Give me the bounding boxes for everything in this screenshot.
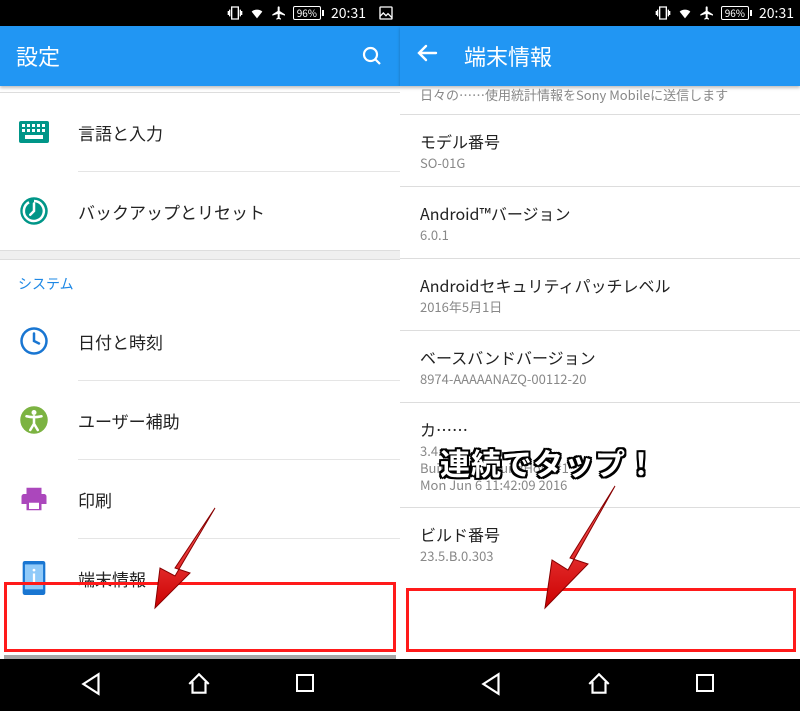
about-phone-screen: 96% 20:31 端末情報 日々の……使用統計情報をSony Mobileに送… xyxy=(400,0,800,711)
row-about-phone[interactable]: 端末情報 xyxy=(0,539,400,617)
nav-back-icon[interactable] xyxy=(79,671,107,699)
nav-recent-icon[interactable] xyxy=(693,671,721,699)
wifi-icon xyxy=(677,5,693,21)
row-label: 言語と入力 xyxy=(78,120,163,145)
picture-icon xyxy=(378,5,394,21)
row-android-version[interactable]: Android™バージョン 6.0.1 xyxy=(400,187,800,258)
clock-icon xyxy=(18,325,50,357)
vibrate-icon xyxy=(227,5,243,21)
row-date-time[interactable]: 日付と時刻 xyxy=(0,302,400,380)
scroll-indicator xyxy=(4,655,396,659)
back-arrow-icon[interactable] xyxy=(416,40,440,72)
status-bar: 96% 20:31 xyxy=(400,0,800,26)
battery-indicator: 96% xyxy=(721,6,749,20)
status-bar: 96% 20:31 xyxy=(0,0,400,26)
row-label: ユーザー補助 xyxy=(78,408,180,433)
page-title: 設定 xyxy=(16,40,336,72)
settings-list: 言語と入力 バックアップとリセット システム 日付と時刻 xyxy=(0,86,400,659)
print-icon xyxy=(18,483,50,515)
battery-indicator: 96% xyxy=(293,6,321,20)
row-label: 印刷 xyxy=(78,487,112,512)
clock: 20:31 xyxy=(331,3,366,23)
row-backup-reset[interactable]: バックアップとリセット xyxy=(0,172,400,250)
row-accessibility[interactable]: ユーザー補助 xyxy=(0,381,400,459)
row-model-number[interactable]: モデル番号 SO-01G xyxy=(400,115,800,186)
backup-icon xyxy=(18,195,50,227)
row-language-input[interactable]: 言語と入力 xyxy=(0,93,400,171)
row-label: 日付と時刻 xyxy=(78,329,163,354)
airplane-icon xyxy=(699,5,715,21)
row-kernel-version[interactable]: カ…… 3.4.…… BuildUser@BuildHost #1 Mon Ju… xyxy=(400,403,800,508)
clock: 20:31 xyxy=(759,3,794,23)
nav-home-icon[interactable] xyxy=(186,671,214,699)
row-label: バックアップとリセット xyxy=(78,199,265,224)
section-header-system: システム xyxy=(0,260,400,302)
airplane-icon xyxy=(271,5,287,21)
nav-recent-icon[interactable] xyxy=(293,671,321,699)
vibrate-icon xyxy=(655,5,671,21)
settings-screen: 96% 20:31 設定 言語と入力 バックアップ xyxy=(0,0,400,711)
search-icon[interactable] xyxy=(360,44,384,68)
nav-back-icon[interactable] xyxy=(479,671,507,699)
phone-info-icon xyxy=(18,562,50,594)
row-label: 端末情報 xyxy=(78,566,146,591)
row-usage-stats-partial[interactable]: 日々の……使用統計情報をSony Mobileに送信します xyxy=(400,86,800,114)
page-title: 端末情報 xyxy=(464,40,784,72)
row-baseband-version[interactable]: ベースバンドバージョン 8974-AAAAANAZQ-00112-20 xyxy=(400,331,800,402)
navigation-bar xyxy=(400,659,800,711)
keyboard-icon xyxy=(18,116,50,148)
navigation-bar xyxy=(0,659,400,711)
row-security-patch[interactable]: Androidセキュリティパッチレベル 2016年5月1日 xyxy=(400,259,800,330)
about-list: 日々の……使用統計情報をSony Mobileに送信します モデル番号 SO-0… xyxy=(400,86,800,659)
wifi-icon xyxy=(249,5,265,21)
app-bar: 端末情報 xyxy=(400,26,800,86)
accessibility-icon xyxy=(18,404,50,436)
row-print[interactable]: 印刷 xyxy=(0,460,400,538)
row-build-number[interactable]: ビルド番号 23.5.B.0.303 xyxy=(400,508,800,579)
app-bar: 設定 xyxy=(0,26,400,86)
nav-home-icon[interactable] xyxy=(586,671,614,699)
